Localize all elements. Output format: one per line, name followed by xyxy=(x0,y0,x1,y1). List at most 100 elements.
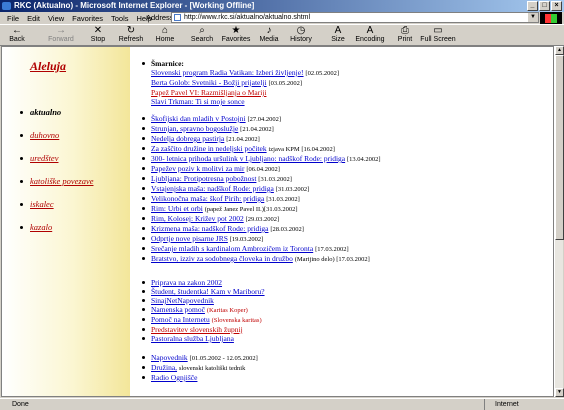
home-icon: ⌂ xyxy=(161,25,169,36)
news-link-7[interactable]: Ljubljana: Protipotresna pobožnost xyxy=(151,174,256,183)
item-date: [29.03.2002] xyxy=(245,216,280,223)
item-date: (papež Janez Pavel II.)[31.03.2002] xyxy=(204,206,298,213)
address-field[interactable]: http://www.rkc.si/aktualno/aktualno.shtm… xyxy=(171,12,539,23)
forward-label: Forward xyxy=(48,36,74,43)
item-date: [31.03.2002] xyxy=(275,186,310,193)
window-title: RKC (Aktualno) - Microsoft Internet Expl… xyxy=(14,1,255,10)
item-description: slovenski katoliški tednik xyxy=(178,365,246,372)
sidebar: Aleluja aktualno duhovno uredštev katoli… xyxy=(2,47,130,396)
item-date: [31.03.2002] xyxy=(258,176,292,183)
link-priprava[interactable]: Priprava na zakon 2002 xyxy=(151,278,222,287)
news-link-15[interactable]: Bratstvo, izziv za sodobnega človeka in … xyxy=(151,254,293,263)
link-radio-ognjisce[interactable]: Radio Ognjišče xyxy=(151,373,197,382)
list-item: Nedelja dobrega pastirja [21.04.2002] xyxy=(142,134,542,144)
menu-favorites[interactable]: Favorites xyxy=(68,14,107,23)
vertical-scrollbar[interactable]: ▲ ▼ xyxy=(554,46,564,397)
link-napovednik[interactable]: Napovednik xyxy=(151,353,188,362)
item-date: izjava KPM [16.04.2002] xyxy=(268,146,335,153)
news-link-5[interactable]: 300- letnica prihoda uršulink v Ljubljan… xyxy=(151,154,345,163)
list-item: Vstajenjska maša: nadškof Rode: pridiga … xyxy=(142,184,542,194)
list-item: Berta Golob: Svetniki - Božji prijatelji… xyxy=(142,78,542,88)
nav-item-duhovno[interactable]: duhovno xyxy=(20,130,93,153)
link-pastoralna[interactable]: Pastoralna služba Ljubljana xyxy=(151,334,234,343)
maximize-button[interactable]: □ xyxy=(539,1,550,11)
nav-item-uredstev[interactable]: uredštev xyxy=(20,153,93,176)
link-sinajnet[interactable]: SinajNetNapovednik xyxy=(151,296,214,305)
media-icon: ♪ xyxy=(266,25,272,36)
scroll-down-button[interactable]: ▼ xyxy=(555,388,564,397)
scroll-thumb[interactable] xyxy=(555,55,564,240)
news-link-3[interactable]: Nedelja dobrega pastirja xyxy=(151,134,224,143)
list-item: Rim, Kolosej: Križev pot 2002 [29.03.200… xyxy=(142,214,542,224)
menu-view[interactable]: View xyxy=(44,14,68,23)
item-source: (Karitas Koper) xyxy=(206,307,248,314)
full-screen-icon: ▭ xyxy=(433,25,443,36)
link-student[interactable]: Študent, študentka! Kam v Mariboru? xyxy=(151,287,265,296)
favorites-button[interactable]: ★ Favorites xyxy=(221,26,251,46)
news-link-13[interactable]: Odprtje nove pisarne JRS xyxy=(151,234,228,243)
menu-file[interactable]: File xyxy=(3,14,23,23)
address-dropdown-button[interactable]: ▼ xyxy=(528,13,538,22)
back-button[interactable]: ← Back xyxy=(2,26,32,46)
news-link-10[interactable]: Rim: Urbi et orbi xyxy=(151,204,203,213)
news-link-9[interactable]: Velikonočna maša: škof Pirih: pridiga xyxy=(151,194,264,203)
history-button[interactable]: ◷ History xyxy=(288,26,314,46)
news-link-8[interactable]: Vstajenjska maša: nadškof Rode: pridiga xyxy=(151,184,274,193)
encoding-label: Encoding xyxy=(355,36,385,43)
menu-edit[interactable]: Edit xyxy=(23,14,44,23)
close-button[interactable]: × xyxy=(551,1,562,11)
sharnice-title: Šmarnice: xyxy=(151,59,184,68)
nav-item-katoliske-povezave[interactable]: katoliške povezave xyxy=(20,176,93,199)
sharnice-link-2[interactable]: Berta Golob: Svetniki - Božji prijatelji xyxy=(151,78,267,87)
link-predstavitev[interactable]: Predstavitev slovenskih župnij xyxy=(151,325,243,334)
security-zone: Internet xyxy=(484,399,564,410)
item-date: [01.05.2002 - 12.05.2002] xyxy=(189,355,258,362)
news-link-12[interactable]: Krizmena maša: nadškof Rode: pridiga xyxy=(151,224,268,233)
news-link-1[interactable]: Škofijski dan mladih v Postojni xyxy=(151,114,246,123)
list-item: Krizmena maša: nadškof Rode: pridiga [28… xyxy=(142,224,542,234)
news-link-4[interactable]: Za zaščito družine in nedeljski počitek xyxy=(151,144,267,153)
search-button[interactable]: ⌕ Search xyxy=(190,26,214,46)
news-link-6[interactable]: Papežev poziv k molitvi za mir xyxy=(151,164,245,173)
favorites-label: Favorites xyxy=(221,36,251,43)
link-pomoc-internet[interactable]: Pomoč na Internetu xyxy=(151,315,210,324)
sharnice-link-1[interactable]: Slovenski program Radia Vatikan: Izberi … xyxy=(151,68,304,77)
menu-tools[interactable]: Tools xyxy=(107,14,133,23)
nav-item-kazalo[interactable]: kazalo xyxy=(20,222,93,245)
link-namenska-pomoc[interactable]: Namenska pomoč xyxy=(151,305,205,314)
item-source: (Slovenska karitas) xyxy=(211,317,262,324)
minimize-button[interactable]: _ xyxy=(527,1,538,11)
page-content: Aleluja aktualno duhovno uredštev katoli… xyxy=(1,46,554,397)
main-content: Šmarnice: Slovenski program Radia Vatika… xyxy=(142,59,542,382)
list-item: Ljubljana: Protipotresna pobožnost [31.0… xyxy=(142,174,542,184)
link-druzina[interactable]: Družina, xyxy=(151,363,177,372)
title-bar: RKC (Aktualno) - Microsoft Internet Expl… xyxy=(0,0,564,12)
nav-item-iskalec[interactable]: iskalec xyxy=(20,199,93,222)
list-item: Pomoč na Internetu (Slovenska karitas) xyxy=(142,315,542,325)
forward-button[interactable]: → Forward xyxy=(44,26,78,46)
refresh-icon: ↻ xyxy=(126,25,136,36)
news-link-11[interactable]: Rim, Kolosej: Križev pot 2002 xyxy=(151,214,244,223)
list-item: Za zaščito družine in nedeljski počitek … xyxy=(142,144,542,154)
refresh-button[interactable]: ↻ Refresh xyxy=(118,26,144,46)
full-screen-button[interactable]: ▭ Full Screen xyxy=(420,26,456,46)
media-button[interactable]: ♪ Media xyxy=(258,26,280,46)
stop-button[interactable]: ✕ Stop xyxy=(88,26,108,46)
brand-link[interactable]: Aleluja xyxy=(30,59,66,74)
home-button[interactable]: ⌂ Home xyxy=(154,26,176,46)
list-item: Družina, slovenski katoliški tednik xyxy=(142,363,542,373)
status-bar: Done Internet xyxy=(0,398,564,410)
item-date: [13.04.2002] xyxy=(347,156,381,163)
sharnice-link-4[interactable]: Slavi Trkman: Ti si moje sonce xyxy=(151,97,245,106)
size-button[interactable]: A Size xyxy=(328,26,348,46)
toolbar: ← Back → Forward ✕ Stop ↻ Refresh ⌂ Home ⌕ Sea… xyxy=(0,24,564,46)
scroll-up-button[interactable]: ▲ xyxy=(555,46,564,55)
item-date: [02.05.2002] xyxy=(305,70,339,77)
nav-item-aktualno[interactable]: aktualno xyxy=(20,107,93,130)
encoding-button[interactable]: A Encoding xyxy=(354,26,386,46)
print-button[interactable]: ⎙ Print xyxy=(396,26,414,46)
sharnice-link-3[interactable]: Papež Pavel VI: Razmišljanja o Mariji xyxy=(151,88,266,97)
full-screen-label: Full Screen xyxy=(420,36,456,43)
news-link-2[interactable]: Strunjan, spravno bogoslužje xyxy=(151,124,238,133)
news-link-14[interactable]: Srečanje mladih s kardinalom Ambrozičem … xyxy=(151,244,313,253)
